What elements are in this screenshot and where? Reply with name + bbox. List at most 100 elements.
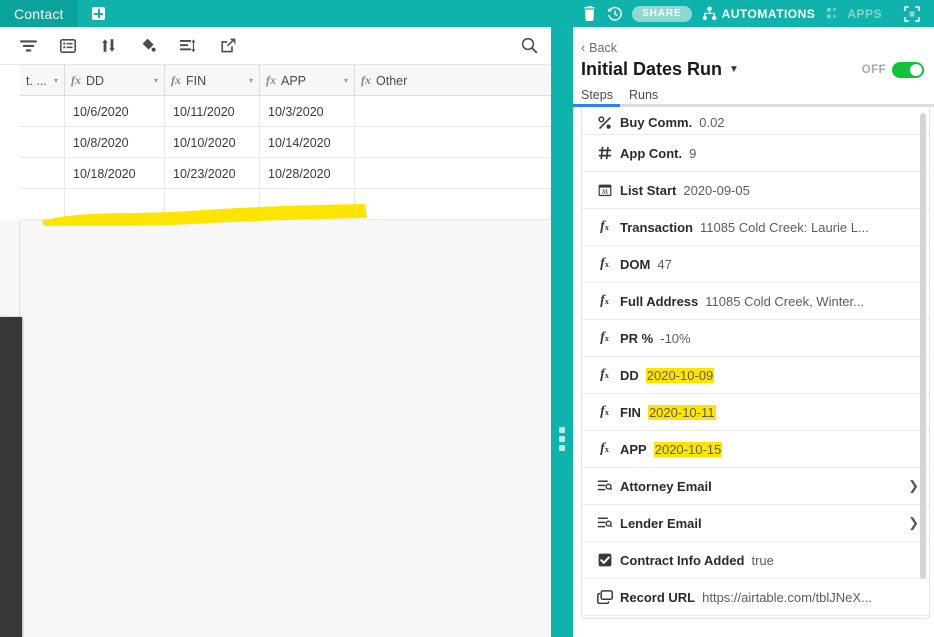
field-name: List Start [620,182,677,198]
list-item[interactable]: 31 List Start 2020-09-05 [582,172,929,209]
field-name: DD [620,367,639,383]
chevron-down-icon: ▾ [248,76,253,85]
list-item[interactable]: App Cont. 9 [582,135,929,172]
grid-header-label: DD [86,73,105,88]
grid-header-col-app[interactable]: fx APP ▾ [260,65,355,96]
hide-fields-icon[interactable] [48,31,88,61]
grid-header-col-trunc[interactable]: t. ... ▾ [20,65,65,96]
share-view-icon[interactable] [208,31,248,61]
drag-dot [559,436,565,442]
back-label: Back [589,41,617,55]
list-item[interactable]: Buy Comm. 0.02 [582,107,929,135]
cell-app[interactable]: 10/28/2020 [260,158,355,189]
list-item[interactable]: fx DOM 47 [582,246,929,283]
table-row-add-placeholder[interactable] [0,189,551,220]
table-row[interactable]: 10/8/2020 10/10/2020 10/14/2020 [0,127,551,158]
cell-other[interactable] [355,127,551,158]
chevron-right-icon[interactable]: ❯ [908,478,919,494]
automation-toggle[interactable] [892,61,924,78]
back-button[interactable]: ‹ Back [573,27,934,55]
automation-toggle-group[interactable]: OFF [862,61,924,78]
table-row[interactable]: 10/6/2020 10/11/2020 10/3/2020 [0,96,551,127]
fullscreen-expand-icon [904,5,920,22]
list-item[interactable]: fx APP 2020-10-15 [582,431,929,468]
field-value: 11085 Cold Creek, Winter... [705,293,864,309]
cell-other [355,189,551,220]
cell-trunc [20,189,65,220]
panel-scrollbar-thumb[interactable] [920,113,926,579]
checkbox-icon [596,553,613,567]
table-row[interactable]: 10/18/2020 10/23/2020 10/28/2020 [0,158,551,189]
formula-icon: fx [600,293,609,308]
cell-trunc[interactable] [20,127,65,158]
share-label: SHARE [642,8,682,19]
cell-app[interactable]: 10/3/2020 [260,96,355,127]
share-button[interactable]: SHARE [632,5,692,22]
calendar-icon: 31 [596,183,613,197]
field-name: DOM [620,256,651,272]
formula-icon: fx [600,330,609,345]
view-toolbar [0,27,551,65]
filter-icon[interactable] [8,31,48,61]
list-item[interactable]: fx FIN 2020-10-11 [582,394,929,431]
list-item[interactable]: Attorney Email ❯ [582,468,929,505]
table-tab-label: Contact [14,5,64,22]
formula-icon: fx [600,219,609,234]
cell-fin[interactable]: 10/23/2020 [165,158,260,189]
apps-button[interactable]: APPS [827,7,882,21]
sort-icon[interactable] [88,31,128,61]
trash-icon[interactable] [576,0,602,27]
field-name: FIN [620,404,641,420]
list-item[interactable]: fx DD 2020-10-09 [582,357,929,394]
grid-header-col-other[interactable]: fx Other [355,65,551,96]
pane-resize-handle[interactable] [551,425,573,453]
automations-button[interactable]: AUTOMATIONS [702,6,816,21]
automations-icon [702,6,716,21]
field-name: Contract Info Added [620,552,745,568]
history-clock-icon[interactable] [602,0,628,27]
chevron-down-icon[interactable]: ▼ [729,64,739,75]
search-icon[interactable] [507,31,551,61]
grid-header-label: FIN [186,73,207,88]
list-item[interactable]: Lender Email ❯ [582,505,929,542]
cell-app[interactable]: 10/14/2020 [260,127,355,158]
row-height-icon[interactable] [168,31,208,61]
grid-header-col-dd[interactable]: fx DD ▾ [65,65,165,96]
page-title: Initial Dates Run [581,59,723,79]
panel-scrollbar[interactable] [920,107,926,618]
cell-trunc[interactable] [20,158,65,189]
chevron-left-icon: ‹ [581,41,586,55]
formula-icon: fx [600,404,609,419]
list-item[interactable]: Contract Info Added true [582,542,929,579]
cell-trunc[interactable] [20,96,65,127]
field-value: 2020-10-15 [653,441,723,457]
field-value: 9 [689,145,697,161]
formula-icon: fx [600,441,609,456]
cell-fin[interactable]: 10/11/2020 [165,96,260,127]
field-value: 47 [657,256,672,272]
formula-icon: fx [361,73,371,87]
cell-dd[interactable]: 10/8/2020 [65,127,165,158]
fullscreen-expand-button[interactable] [890,5,934,22]
list-item[interactable]: fx PR % -10% [582,320,929,357]
cell-dd[interactable]: 10/18/2020 [65,158,165,189]
chevron-right-icon[interactable]: ❯ [908,515,919,531]
panel-title-row: Initial Dates Run ▼ OFF [573,55,934,80]
list-item[interactable]: fx Transaction 11085 Cold Creek: Laurie … [582,209,929,246]
field-name: PR % [620,330,654,346]
cell-dd[interactable]: 10/6/2020 [65,96,165,127]
cell-fin[interactable]: 10/10/2020 [165,127,260,158]
grid-header-col-fin[interactable]: fx FIN ▾ [165,65,260,96]
cell-other[interactable] [355,158,551,189]
cell-other[interactable] [355,96,551,127]
panel-tabs: Steps Runs [573,80,934,107]
add-table-button[interactable] [78,0,120,27]
field-value: true [751,552,774,568]
formula-icon: fx [71,73,81,87]
chevron-down-icon: ▾ [343,76,348,85]
list-item[interactable]: Record URL https://airtable.com/tblJNeX.… [582,579,929,616]
list-item[interactable]: fx Full Address 11085 Cold Creek, Winter… [582,283,929,320]
table-tab-contact[interactable]: Contact [0,0,78,27]
link-icon [596,590,613,604]
color-icon[interactable] [128,31,168,61]
